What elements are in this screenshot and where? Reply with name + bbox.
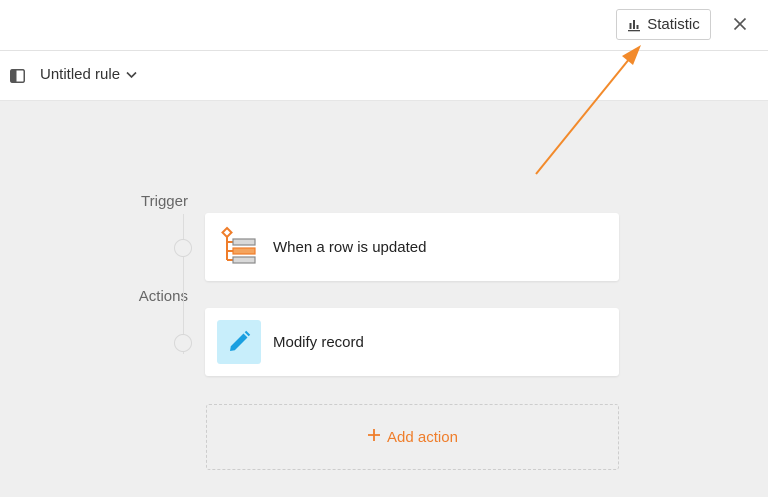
trigger-timeline-dot bbox=[174, 239, 192, 257]
add-action-button[interactable]: Add action bbox=[206, 404, 619, 470]
action-label: Modify record bbox=[273, 333, 364, 351]
action-card-modify-record[interactable]: Modify record bbox=[205, 308, 619, 376]
pencil-icon bbox=[217, 320, 261, 364]
trigger-section-label: Trigger bbox=[141, 193, 188, 210]
rule-header: Untitled rule bbox=[0, 51, 768, 101]
rule-title-dropdown[interactable]: Untitled rule bbox=[40, 66, 137, 83]
chevron-down-icon bbox=[126, 66, 137, 83]
statistic-label: Statistic bbox=[647, 16, 700, 33]
statistic-button[interactable]: Statistic bbox=[616, 9, 711, 40]
trigger-label: When a row is updated bbox=[273, 238, 427, 256]
rule-title: Untitled rule bbox=[40, 66, 121, 83]
trigger-card[interactable]: When a row is updated bbox=[205, 213, 619, 281]
sidebar-panel-icon[interactable] bbox=[10, 69, 25, 88]
actions-section-label: Actions bbox=[138, 288, 188, 305]
bar-chart-icon bbox=[627, 18, 641, 32]
row-updated-icon bbox=[217, 225, 261, 269]
close-icon bbox=[733, 17, 747, 36]
action-timeline-dot bbox=[174, 334, 192, 352]
plus-icon bbox=[367, 428, 381, 446]
close-button[interactable] bbox=[728, 14, 752, 38]
timeline-line bbox=[183, 214, 184, 354]
top-bar: Statistic bbox=[0, 0, 768, 51]
add-action-label: Add action bbox=[387, 428, 458, 446]
